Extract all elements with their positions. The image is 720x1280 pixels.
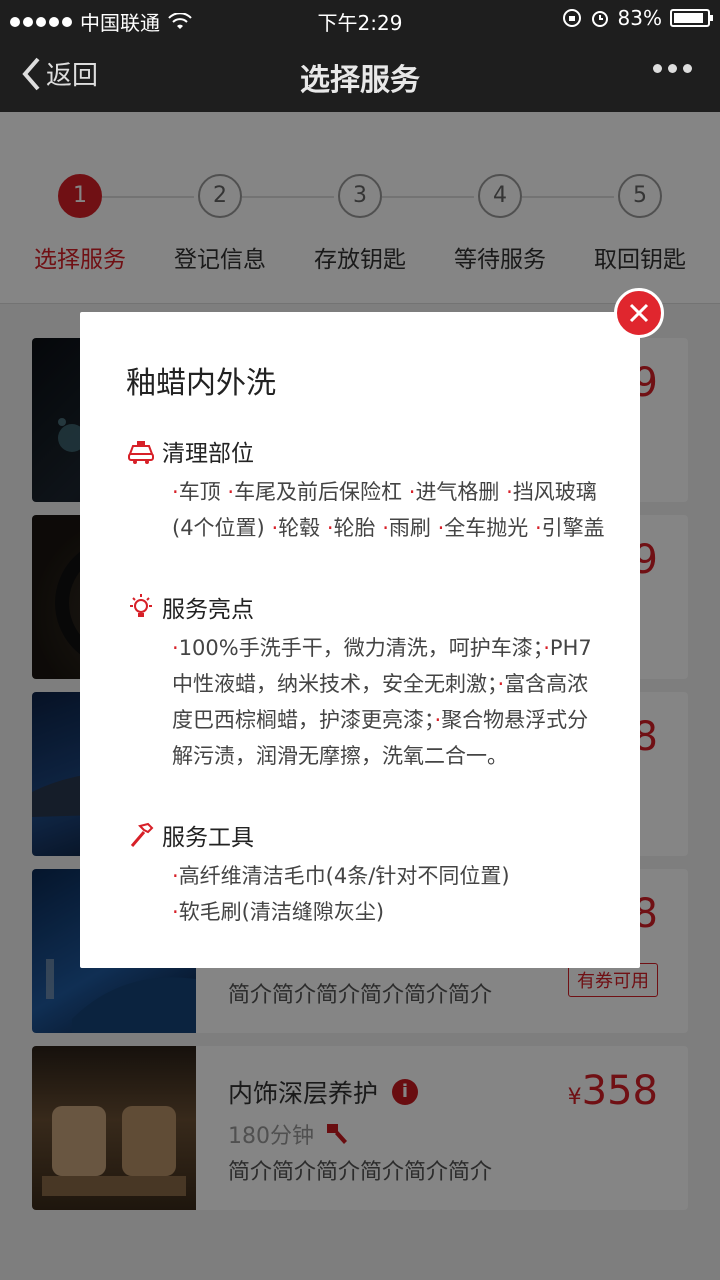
battery-percent: 83% xyxy=(617,6,662,30)
list-item: 引擎盖 xyxy=(541,516,605,540)
section-body: ·100%手洗手干，微力清洗，呵护车漆；·PH7中性液蜡，纳米技术，安全无刺激；… xyxy=(172,636,592,768)
nav-bar: 返回 选择服务 xyxy=(0,38,720,112)
section-cleaning-areas: 清理部位 ·车顶 ·车尾及前后保险杠 ·进气格删 ·挡风玻璃(4个位置) ·轮毂… xyxy=(126,434,606,546)
list-item: 车顶 xyxy=(178,480,221,504)
alarm-icon xyxy=(591,11,608,27)
list-item: 软毛刷(清洁缝隙灰尘) xyxy=(178,900,385,924)
section-body: ·车顶 ·车尾及前后保险杠 ·进气格删 ·挡风玻璃(4个位置) ·轮毂 ·轮胎 … xyxy=(172,480,605,540)
close-icon xyxy=(629,303,649,323)
section-highlights: 服务亮点 ·100%手洗手干，微力清洗，呵护车漆；·PH7中性液蜡，纳米技术，安… xyxy=(126,590,606,774)
list-item: 车尾及前后保险杠 xyxy=(234,480,403,504)
section-heading: 服务工具 xyxy=(162,825,254,851)
list-item: 全车抛光 xyxy=(444,516,529,540)
list-item: 进气格删 xyxy=(415,480,500,504)
list-item: 100%手洗手干，微力清洗，呵护车漆； xyxy=(178,636,544,660)
more-button[interactable] xyxy=(653,64,692,73)
list-item: 雨刷 xyxy=(388,516,431,540)
close-button[interactable] xyxy=(614,288,664,338)
section-heading: 服务亮点 xyxy=(162,597,254,623)
list-item: 轮胎 xyxy=(333,516,376,540)
service-detail-modal: 釉蜡内外洗 清理部位 ·车顶 ·车尾及前后保险杠 ·进气格删 ·挡风玻璃(4个位… xyxy=(80,312,640,968)
section-tools: 服务工具 ·高纤维清洁毛巾(4条/针对不同位置) ·软毛刷(清洁缝隙灰尘) xyxy=(126,818,606,930)
list-item: 轮毂 xyxy=(278,516,321,540)
section-body: ·高纤维清洁毛巾(4条/针对不同位置) ·软毛刷(清洁缝隙灰尘) xyxy=(172,864,510,924)
modal-title: 釉蜡内外洗 xyxy=(126,366,276,401)
top-bar: 中国联通 下午2:29 83% 返回 选择服务 xyxy=(0,0,720,112)
lightbulb-icon xyxy=(130,594,152,617)
car-icon xyxy=(128,441,154,464)
section-heading: 清理部位 xyxy=(162,441,254,467)
tool-icon xyxy=(130,822,154,847)
rotation-lock-icon xyxy=(562,9,581,27)
page-title: 选择服务 xyxy=(300,63,420,98)
status-bar: 中国联通 下午2:29 83% xyxy=(0,0,720,38)
battery-icon xyxy=(670,9,713,27)
list-item: 高纤维清洁毛巾(4条/针对不同位置) xyxy=(178,864,510,888)
